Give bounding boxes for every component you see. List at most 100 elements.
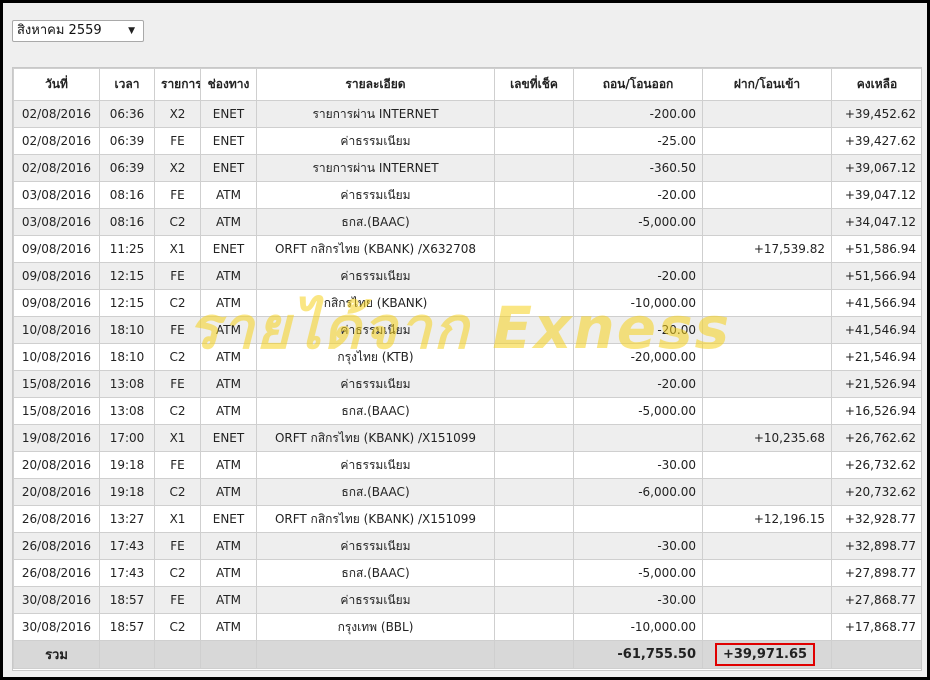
cell-time: 18:57 (99, 586, 155, 614)
cell-balance: +21,526.94 (831, 370, 921, 398)
cell-time: 12:15 (99, 262, 155, 290)
cell-cheque (494, 154, 574, 182)
cell-channel: ENET (200, 424, 257, 452)
cell-deposit (702, 613, 832, 641)
cell-cheque (494, 370, 574, 398)
cell-channel: ATM (200, 208, 257, 236)
cell-date: 09/08/2016 (13, 289, 100, 317)
cell-detail: ธกส.(BAAC) (256, 397, 495, 425)
cell-withdraw: -200.00 (573, 100, 703, 128)
cell-date: 03/08/2016 (13, 208, 100, 236)
table-row: 09/08/2016 12:15 C2 ATM กสิกรไทย (KBANK) -10,… (13, 289, 921, 317)
cell-time: 06:39 (99, 154, 155, 182)
cell-deposit (702, 262, 832, 290)
total-empty-cell (494, 640, 574, 669)
cell-deposit: +17,539.82 (702, 235, 832, 263)
total-empty-cell (831, 640, 921, 669)
cell-channel: ATM (200, 451, 257, 479)
cell-date: 30/08/2016 (13, 586, 100, 614)
cell-channel: ATM (200, 613, 257, 641)
cell-type: X1 (154, 505, 201, 533)
cell-time: 18:57 (99, 613, 155, 641)
cell-type: FE (154, 370, 201, 398)
cell-deposit (702, 343, 832, 371)
cell-detail: ค่าธรรมเนียม (256, 262, 495, 290)
cell-detail: กสิกรไทย (KBANK) (256, 289, 495, 317)
cell-time: 19:18 (99, 478, 155, 506)
cell-date: 02/08/2016 (13, 127, 100, 155)
cell-balance: +27,898.77 (831, 559, 921, 587)
cell-date: 15/08/2016 (13, 397, 100, 425)
table-row: 19/08/2016 17:00 X1 ENET ORFT กสิกรไทย (KBAN… (13, 424, 921, 452)
cell-detail: ค่าธรรมเนียม (256, 316, 495, 344)
month-select-value: สิงหาคม 2559 (17, 23, 102, 38)
cell-channel: ATM (200, 181, 257, 209)
cell-channel: ENET (200, 505, 257, 533)
cell-deposit (702, 208, 832, 236)
cell-withdraw: -10,000.00 (573, 289, 703, 317)
total-empty-cell (256, 640, 495, 669)
cell-date: 10/08/2016 (13, 316, 100, 344)
cell-time: 17:43 (99, 532, 155, 560)
cell-deposit (702, 316, 832, 344)
cell-balance: +39,067.12 (831, 154, 921, 182)
cell-time: 13:08 (99, 370, 155, 398)
cell-type: FE (154, 127, 201, 155)
cell-channel: ATM (200, 289, 257, 317)
table-row: 26/08/2016 13:27 X1 ENET ORFT กสิกรไทย (KBAN… (13, 505, 921, 533)
cell-deposit: +10,235.68 (702, 424, 832, 452)
cell-detail: ORFT กสิกรไทย (KBANK) /X632708 (256, 235, 495, 263)
window-frame: สิงหาคม 2559 ▼ วันที่ เวลา รายการ ช่องทา… (0, 0, 930, 680)
cell-channel: ENET (200, 127, 257, 155)
table-row: 09/08/2016 11:25 X1 ENET ORFT กสิกรไทย (KBAN… (13, 235, 921, 263)
cell-balance: +26,762.62 (831, 424, 921, 452)
cell-type: C2 (154, 613, 201, 641)
cell-balance: +41,546.94 (831, 316, 921, 344)
cell-withdraw: -10,000.00 (573, 613, 703, 641)
cell-deposit (702, 127, 832, 155)
cell-type: C2 (154, 289, 201, 317)
cell-deposit (702, 586, 832, 614)
table-row: 15/08/2016 13:08 FE ATM ค่าธรรมเนียม -20.00 +2… (13, 370, 921, 398)
cell-deposit (702, 532, 832, 560)
cell-balance: +27,868.77 (831, 586, 921, 614)
cell-withdraw: -20.00 (573, 262, 703, 290)
table-row: 30/08/2016 18:57 C2 ATM กรุงเทพ (BBL) -10,000… (13, 613, 921, 641)
col-header-balance: คงเหลือ (831, 68, 921, 101)
cell-cheque (494, 181, 574, 209)
month-select[interactable]: สิงหาคม 2559 ▼ (12, 20, 144, 42)
cell-time: 19:18 (99, 451, 155, 479)
statement-table: วันที่ เวลา รายการ ช่องทาง รายละเอียด เล… (13, 68, 921, 669)
table-row: 10/08/2016 18:10 C2 ATM กรุงไทย (KTB) -20,000… (13, 343, 921, 371)
cell-channel: ENET (200, 100, 257, 128)
cell-type: C2 (154, 343, 201, 371)
cell-cheque (494, 100, 574, 128)
cell-cheque (494, 613, 574, 641)
cell-time: 12:15 (99, 289, 155, 317)
cell-date: 20/08/2016 (13, 451, 100, 479)
cell-cheque (494, 559, 574, 587)
cell-detail: กรุงเทพ (BBL) (256, 613, 495, 641)
cell-time: 08:16 (99, 181, 155, 209)
cell-type: FE (154, 181, 201, 209)
statement-table-container: วันที่ เวลา รายการ ช่องทาง รายละเอียด เล… (12, 67, 922, 671)
cell-type: X2 (154, 154, 201, 182)
cell-type: C2 (154, 397, 201, 425)
total-deposit: +39,971.65 (714, 643, 816, 666)
cell-type: C2 (154, 559, 201, 587)
cell-date: 03/08/2016 (13, 181, 100, 209)
cell-withdraw: -20,000.00 (573, 343, 703, 371)
cell-detail: ธกส.(BAAC) (256, 208, 495, 236)
cell-withdraw: -30.00 (573, 451, 703, 479)
cell-withdraw: -30.00 (573, 532, 703, 560)
total-empty-cell (99, 640, 155, 669)
table-row: 20/08/2016 19:18 FE ATM ค่าธรรมเนียม -30.00 +2… (13, 451, 921, 479)
cell-deposit (702, 478, 832, 506)
cell-time: 06:36 (99, 100, 155, 128)
cell-channel: ATM (200, 343, 257, 371)
cell-cheque (494, 127, 574, 155)
cell-type: FE (154, 262, 201, 290)
cell-date: 26/08/2016 (13, 559, 100, 587)
table-row: 02/08/2016 06:39 FE ENET ค่าธรรมเนียม -25.00 +… (13, 127, 921, 155)
cell-withdraw: -25.00 (573, 127, 703, 155)
